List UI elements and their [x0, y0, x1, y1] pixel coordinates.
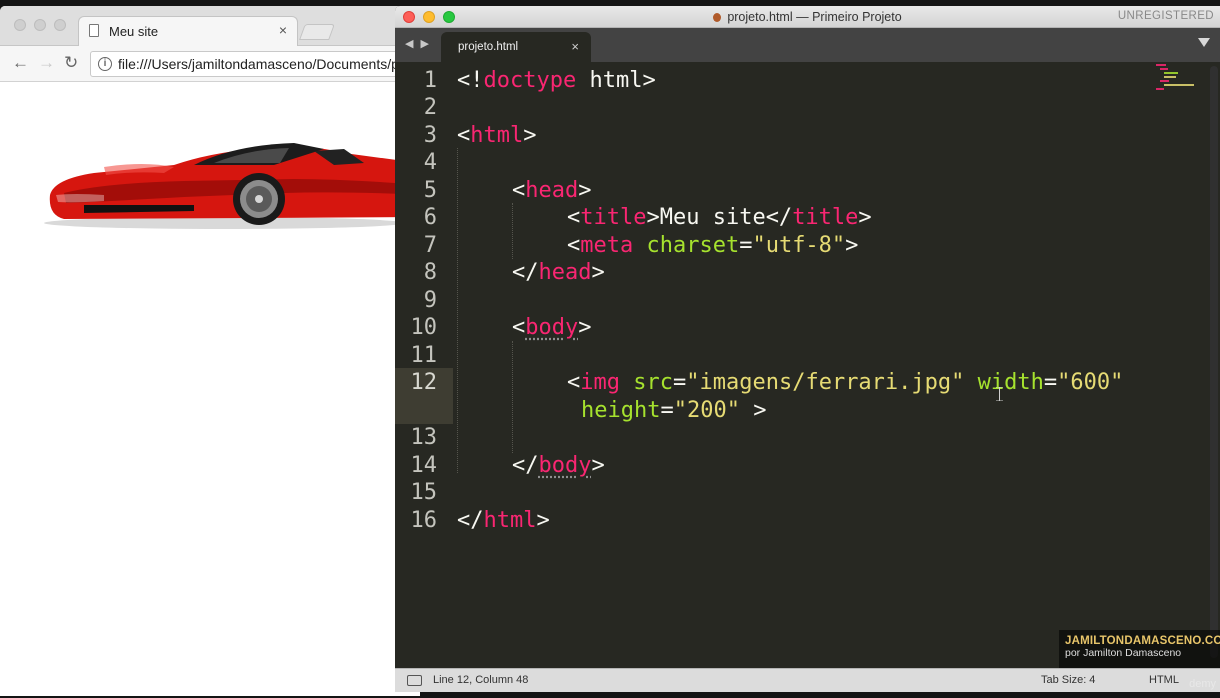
line-number: 1	[423, 68, 437, 93]
editor-tabbar: ◀ ▶ projeto.html ×	[395, 28, 1220, 62]
tab-size-selector[interactable]: Tab Size: 4	[1041, 674, 1095, 686]
code-line-12-wrapped: height="200" >	[581, 398, 767, 423]
line-number: 9	[423, 288, 437, 313]
reload-icon[interactable]: ↻	[64, 53, 78, 73]
code-line-10: <body>	[512, 315, 592, 340]
address-bar[interactable]: i file:///Users/jamiltondamasceno/Docume…	[90, 51, 420, 77]
info-icon[interactable]: i	[98, 57, 112, 71]
syntax-selector[interactable]: HTML	[1149, 674, 1179, 686]
tab-nav-arrows-icon[interactable]: ◀ ▶	[405, 37, 431, 50]
line-number: 11	[410, 343, 438, 368]
line-number: 2	[423, 95, 437, 120]
code-line-3: <html>	[457, 123, 537, 148]
code-line-14: </body>	[512, 453, 605, 478]
status-bar: Line 12, Column 48 Tab Size: 4 HTML demy	[395, 668, 1220, 692]
browser-page-content	[0, 83, 420, 696]
code-line-8: </head>	[512, 260, 605, 285]
code-editor[interactable]: 1 2 3 4 5 6 7 8 9 10 11 12 13 14 15 16 <…	[395, 62, 1220, 668]
line-number: 7	[423, 233, 437, 258]
browser-titlebar: Meu site ×	[0, 6, 420, 47]
browser-tab-title: Meu site	[109, 24, 159, 39]
tab-dropdown-icon[interactable]	[1198, 38, 1210, 47]
sublime-text-window: projeto.html — Primeiro Projeto UNREGIST…	[395, 6, 1220, 692]
line-number-active: 12	[410, 370, 438, 395]
line-number: 3	[423, 123, 437, 148]
new-tab-button[interactable]	[299, 24, 335, 40]
code-line-5: <head>	[512, 178, 592, 203]
line-number: 4	[423, 150, 437, 175]
browser-toolbar: ← → ↻ i file:///Users/jamiltondamasceno/…	[0, 46, 420, 82]
line-number: 15	[410, 480, 438, 505]
line-number: 10	[410, 315, 438, 340]
line-number: 5	[423, 178, 437, 203]
close-tab-icon[interactable]: ×	[571, 39, 579, 54]
editor-tab-projeto[interactable]: projeto.html ×	[441, 32, 591, 62]
editor-tab-title: projeto.html	[458, 41, 519, 53]
zoom-window-button[interactable]	[54, 19, 66, 31]
cursor-position: Line 12, Column 48	[433, 674, 529, 686]
minimize-window-button[interactable]	[34, 19, 46, 31]
line-number: 13	[410, 425, 438, 450]
indent-guide	[512, 341, 513, 453]
indent-guide	[512, 203, 513, 259]
code-line-6: <title>Meu site</title>	[567, 205, 872, 230]
editor-window-title: projeto.html — Primeiro Projeto	[395, 10, 1220, 24]
line-number: 6	[423, 205, 437, 230]
forward-arrow-icon[interactable]: →	[38, 53, 55, 73]
watermark-author: por Jamilton Damasceno	[1065, 647, 1182, 659]
code-line-16: </html>	[457, 508, 550, 533]
browser-window: Meu site × ← → ↻ i file:///Users/jamilto…	[0, 6, 420, 696]
line-number: 14	[410, 453, 438, 478]
code-line-7: <meta charset="utf-8">	[567, 233, 859, 258]
back-arrow-icon[interactable]: ←	[12, 53, 29, 73]
watermark-faint: demy	[1189, 678, 1216, 690]
browser-tab[interactable]: Meu site ×	[78, 16, 298, 47]
panel-toggle-icon[interactable]	[407, 675, 422, 686]
unregistered-label: UNREGISTERED	[1117, 10, 1214, 22]
indent-guide	[457, 148, 458, 473]
file-icon	[713, 13, 722, 22]
line-number: 16	[410, 508, 438, 533]
text-cursor-icon	[996, 387, 1003, 401]
watermark: JAMILTONDAMASCENO.COM por Jamilton Damas…	[1059, 630, 1220, 670]
ferrari-car-image	[44, 143, 420, 229]
minimap[interactable]	[1156, 62, 1204, 92]
url-text[interactable]: file:///Users/jamiltondamasceno/Document…	[118, 56, 399, 72]
code-line-12: <img src="imagens/ferrari.jpg" width="60…	[567, 370, 1124, 395]
code-line-1: <!doctype html>	[457, 68, 656, 93]
page-icon	[89, 24, 99, 37]
vertical-scrollbar[interactable]	[1210, 66, 1218, 658]
close-tab-icon[interactable]: ×	[279, 22, 287, 38]
watermark-site: JAMILTONDAMASCENO.COM	[1065, 635, 1220, 647]
close-window-button[interactable]	[14, 19, 26, 31]
editor-titlebar: projeto.html — Primeiro Projeto UNREGIST…	[395, 6, 1220, 28]
line-number: 8	[423, 260, 437, 285]
